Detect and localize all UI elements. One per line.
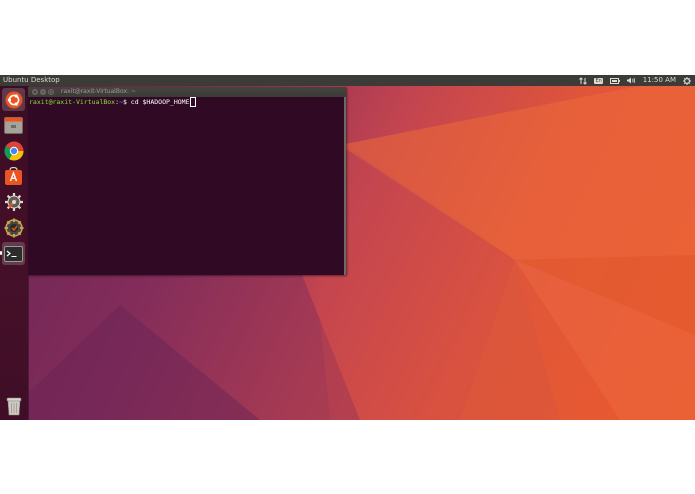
- settings-icon: [4, 192, 23, 211]
- top-panel: Ubuntu Desktop En 11:50 AM: [0, 75, 695, 86]
- maximize-button[interactable]: [48, 89, 54, 95]
- files-icon: [4, 117, 23, 134]
- launcher-files[interactable]: [2, 114, 25, 137]
- launcher-system-settings[interactable]: [2, 190, 25, 213]
- terminal-icon: [4, 245, 23, 262]
- terminal-scrollbar[interactable]: [344, 97, 346, 275]
- terminal-window[interactable]: raxit@raxit-VirtualBox: ~ raxit@raxit-Vi…: [28, 87, 346, 275]
- software-center-icon: [5, 167, 22, 185]
- prompt-user: raxit@raxit-VirtualBox: [29, 98, 116, 106]
- chrome-icon: [4, 141, 23, 160]
- panel-indicators: En 11:50 AM: [579, 75, 691, 86]
- keyboard-layout-label: En: [594, 77, 603, 84]
- session-indicator[interactable]: [683, 75, 691, 86]
- terminal-titlebar[interactable]: raxit@raxit-VirtualBox: ~: [28, 87, 346, 97]
- ubuntu-logo-icon: [5, 91, 22, 108]
- minimize-icon: [41, 91, 45, 93]
- network-updown-icon: [579, 76, 588, 85]
- close-button[interactable]: [32, 89, 38, 95]
- terminal-prompt-line: raxit@raxit-VirtualBox:~$ cd $HADOOP_HOM…: [29, 97, 347, 107]
- text-cursor: [190, 97, 197, 107]
- prompt-symbol: $: [122, 98, 127, 106]
- terminal-body[interactable]: raxit@raxit-VirtualBox:~$ cd $HADOOP_HOM…: [28, 97, 347, 275]
- desktop-screen: Ubuntu Desktop En 11:50 AM raxit@raxit-V…: [0, 75, 695, 420]
- gear-icon: [683, 76, 691, 85]
- launcher-software-center[interactable]: [2, 165, 25, 188]
- clock[interactable]: 11:50 AM: [643, 75, 676, 86]
- minimize-button[interactable]: [40, 89, 46, 95]
- network-indicator[interactable]: [579, 75, 588, 86]
- close-icon: [33, 90, 37, 94]
- launcher-terminal[interactable]: [2, 242, 25, 265]
- panel-title: Ubuntu Desktop: [3, 76, 60, 84]
- maximize-icon: [49, 90, 53, 94]
- terminal-title: raxit@raxit-VirtualBox: ~: [61, 88, 136, 95]
- updater-icon: [4, 218, 23, 237]
- launcher-chrome[interactable]: [2, 139, 25, 162]
- battery-indicator[interactable]: [609, 75, 620, 86]
- sound-indicator[interactable]: [626, 75, 636, 86]
- keyboard-indicator[interactable]: En: [594, 75, 603, 86]
- launcher-trash[interactable]: [2, 394, 25, 417]
- terminal-command: cd $HADOOP_HOME: [130, 98, 190, 106]
- launcher: [0, 86, 28, 420]
- trash-icon: [6, 397, 21, 415]
- launcher-dash-home[interactable]: [2, 88, 25, 111]
- volume-icon: [626, 77, 635, 84]
- launcher-software-updater[interactable]: [2, 216, 25, 239]
- battery-icon: [609, 77, 620, 84]
